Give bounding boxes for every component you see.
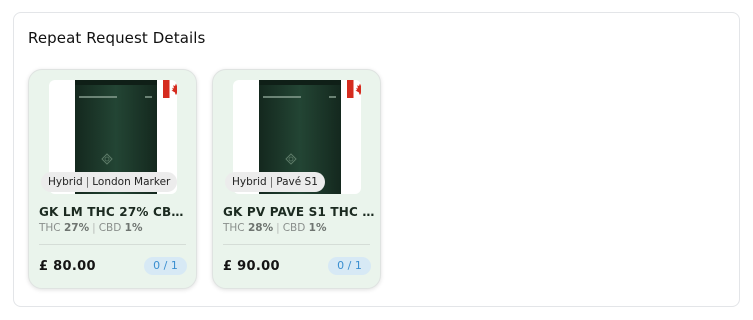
- strain-tag: Hybrid | Pavé S1: [225, 172, 325, 192]
- repeat-request-panel: Repeat Request Details Hybrid | London M…: [13, 12, 740, 307]
- product-price: £ 90.00: [223, 259, 280, 274]
- strain-tag: Hybrid | London Marker: [41, 172, 178, 192]
- canada-flag-icon: [347, 80, 361, 98]
- strain-name: London Marker: [92, 176, 171, 188]
- thc-value: 28%: [248, 222, 274, 234]
- cbd-value: 1%: [124, 222, 143, 234]
- cannabinoid-info: THC 27% | CBD 1%: [39, 222, 143, 234]
- cbd-label: CBD: [282, 222, 306, 234]
- panel-title: Repeat Request Details: [28, 29, 206, 47]
- strain-type: Hybrid: [232, 176, 267, 188]
- strain-name: Pavé S1: [276, 176, 318, 188]
- product-name[interactable]: GK LM THC 27% CBD <...: [39, 205, 191, 219]
- card-divider: [39, 244, 186, 245]
- product-card[interactable]: Hybrid|London Marker GK LM THC 27% CBD <…: [28, 69, 197, 289]
- thc-label: THC: [39, 222, 61, 234]
- product-price: £ 80.00: [39, 259, 96, 274]
- cannabinoid-info: THC 28% | CBD 1%: [223, 222, 327, 234]
- cbd-label: CBD: [98, 222, 122, 234]
- product-name[interactable]: GK PV PAVE S1 THC 28...: [223, 205, 375, 219]
- card-divider: [223, 244, 370, 245]
- quantity-badge: 0 / 1: [144, 257, 187, 275]
- strain-type: Hybrid: [48, 176, 83, 188]
- product-card[interactable]: Hybrid|Pavé S1 GK PV PAVE S1 THC 28... T…: [212, 69, 381, 289]
- thc-value: 27%: [64, 222, 90, 234]
- cbd-value: 1%: [308, 222, 327, 234]
- quantity-badge: 0 / 1: [328, 257, 371, 275]
- canada-flag-icon: [163, 80, 177, 98]
- thc-label: THC: [223, 222, 245, 234]
